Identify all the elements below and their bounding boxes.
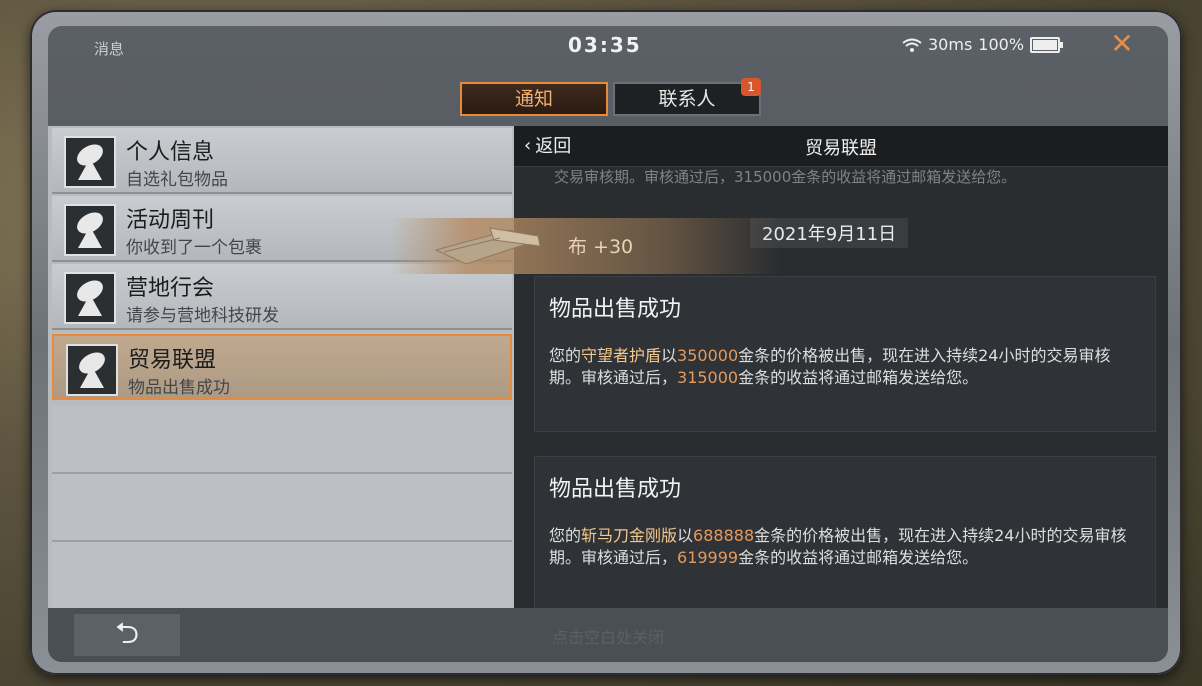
wifi-icon [902,38,922,52]
clock: 03:35 [568,33,642,57]
sale-price: 350000 [677,346,739,365]
message-title: 物品出售成功 [549,477,682,502]
tab-contacts[interactable]: 联系人 1 [613,78,761,116]
close-icon: ✕ [1110,27,1134,60]
body-text: 金条的收益将通过邮箱发送给您。 [738,368,979,387]
message-list: 个人信息 自选礼包物品 活动周刊 你收到了一个包裹 营地行会 请参与营地科技研发… [48,126,514,610]
unread-badge: 1 [741,78,761,96]
close-hint: 点击空白处关闭 [551,628,664,647]
satellite-dish-icon [64,204,116,256]
tab-label: 通知 [514,88,553,110]
satellite-dish-icon [64,272,116,324]
tab-label: 联系人 [658,88,716,110]
message-body: 您的斩马刀金刚版以688888金条的价格被出售，现在进入持续24小时的交易审核期… [549,525,1139,569]
detail-title: 贸易联盟 [805,138,877,159]
message-card: 物品出售成功 您的斩马刀金刚版以688888金条的价格被出售，现在进入持续24小… [534,456,1156,608]
body-text: 您的 [549,526,582,545]
item-name: 守望者护盾 [581,346,662,365]
close-button[interactable]: ✕ [1106,28,1138,60]
body-text: 您的 [549,346,582,365]
message-detail-panel: ‹ 返回 贸易联盟 交易审核期。审核通过后，315000金条的收益将通过邮箱发送… [514,126,1168,608]
status-indicators: 30ms 100% [902,35,1064,54]
toast-text: 布 +30 [568,236,634,258]
item-subtitle: 自选礼包物品 [126,170,228,190]
satellite-dish-icon [64,136,116,188]
item-subtitle: 物品出售成功 [128,378,230,398]
satellite-dish-icon [66,344,118,396]
item-subtitle: 请参与营地科技研发 [126,306,279,326]
item-subtitle: 你收到了一个包裹 [126,238,262,258]
item-title: 活动周刊 [126,208,215,233]
bottom-bar[interactable]: ⮌ 点击空白处关闭 [48,608,1168,662]
empty-list-row [52,474,512,542]
item-name: 斩马刀金刚版 [581,526,678,545]
list-item-personal-info[interactable]: 个人信息 自选礼包物品 [52,128,512,194]
income-amount: 619999 [677,548,739,567]
item-title: 营地行会 [126,276,215,301]
message-card: 物品出售成功 您的守望者护盾以350000金条的价格被出售，现在进入持续24小时… [534,276,1156,432]
body-text: 金条的收益将通过邮箱发送给您。 [738,548,979,567]
income-amount: 315000 [677,368,739,387]
empty-list-row [52,406,512,474]
battery-icon [1030,36,1064,53]
item-title: 个人信息 [126,140,215,165]
detail-header: ‹ 返回 贸易联盟 [514,126,1168,167]
empty-list-row [52,542,512,610]
message-body: 您的守望者护盾以350000金条的价格被出售，现在进入持续24小时的交易审核期。… [549,345,1139,389]
window-title: 消息 [94,40,125,58]
partially-hidden-message: 交易审核期。审核通过后，315000金条的收益将通过邮箱发送给您。 [554,168,1017,186]
battery-value: 100% [978,35,1025,54]
item-title: 贸易联盟 [128,348,217,373]
cloth-scroll-icon [434,227,541,265]
ping-value: 30ms [928,35,973,54]
body-text: 以 [661,346,678,365]
list-item-trade-alliance[interactable]: 贸易联盟 物品出售成功 [52,334,512,400]
message-window: 消息 03:35 30ms 100% ✕ 通知 联系人 1 个人信息 自选礼包物… [48,26,1168,662]
body-text: 以 [677,526,694,545]
sale-price: 688888 [693,526,755,545]
message-title: 物品出售成功 [549,297,682,322]
tab-notifications[interactable]: 通知 [460,82,608,116]
item-gain-toast: 布 +30 [390,218,780,274]
